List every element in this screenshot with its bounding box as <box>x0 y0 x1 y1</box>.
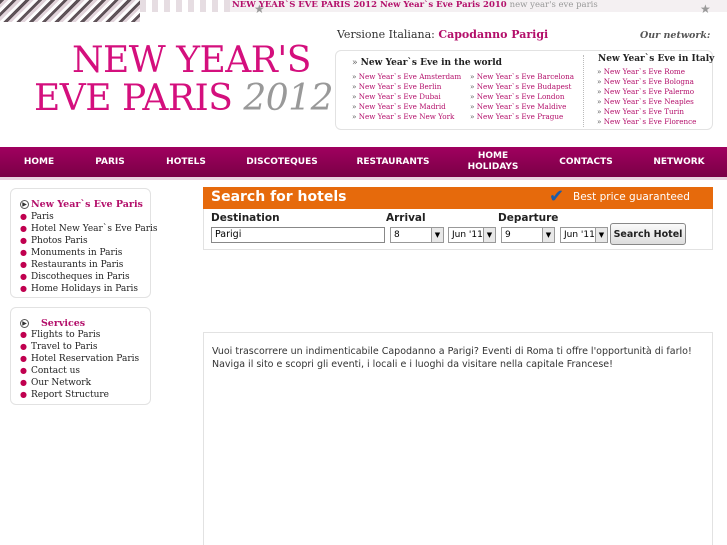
departure-day-select[interactable]: 9 ▼ <box>501 227 555 243</box>
top-title-3: new year's eve paris <box>509 0 598 10</box>
destination-input[interactable]: Parigi <box>211 227 385 243</box>
world-link[interactable]: » New Year`s Eve New York <box>352 112 461 122</box>
nav-network[interactable]: NETWORK <box>646 147 712 177</box>
nav-restaurants[interactable]: RESTAURANTS <box>352 147 434 177</box>
world-links-col-1: » New Year`s Eve Amsterdam » New Year`s … <box>352 72 461 122</box>
logo-line-2[interactable]: EVE PARIS 2012 <box>34 78 333 119</box>
nav-home-holidays[interactable]: HOME HOLIDAYS <box>460 147 526 177</box>
nav-discoteques[interactable]: DISCOTEQUES <box>240 147 324 177</box>
world-link[interactable]: » New Year`s Eve Prague <box>470 112 574 122</box>
world-link[interactable]: » New Year`s Eve Dubai <box>352 92 461 102</box>
nav-paris[interactable]: PARIS <box>86 147 134 177</box>
italy-link[interactable]: » New Year`s Eve Turin <box>597 107 696 117</box>
italy-links: » New Year`s Eve Rome » New Year`s Eve B… <box>597 67 696 126</box>
chevron-down-icon: ▼ <box>431 228 443 242</box>
sidebar-item[interactable]: ● Monuments in Paris <box>20 247 158 259</box>
version-label: Versione Italiana: <box>337 28 435 41</box>
world-link[interactable]: » New Year`s Eve Budapest <box>470 82 574 92</box>
sidebar-paris-list: ● Paris ● Hotel New Year`s Eve Paris ● Phot… <box>20 211 158 295</box>
arrival-day-select[interactable]: 8 ▼ <box>390 227 444 243</box>
arrival-month-select[interactable]: Jun '11 ▼ <box>448 227 496 243</box>
sidebar-item[interactable]: ● Travel to Paris <box>20 341 139 353</box>
nav-home-holidays-line1: HOME <box>477 151 509 161</box>
destination-label: Destination <box>211 212 280 224</box>
sidebar-item[interactable]: ● Discotheques in Paris <box>20 271 158 283</box>
departure-label: Departure <box>498 212 559 224</box>
nav-underline <box>0 177 727 180</box>
sidebar-item[interactable]: ● Flights to Paris <box>20 329 139 341</box>
world-link[interactable]: » New Year`s Eve London <box>470 92 574 102</box>
sidebar-item[interactable]: ● Contact us <box>20 365 139 377</box>
nav-contacts[interactable]: CONTACTS <box>552 147 620 177</box>
sidebar-item[interactable]: ● Our Network <box>20 377 139 389</box>
italy-link[interactable]: » New Year`s Eve Rome <box>597 67 696 77</box>
best-price-label: Best price guaranteed <box>573 191 690 203</box>
search-title: Search for hotels <box>211 189 347 205</box>
sidebar-paris-title[interactable]: ▶ New Year`s Eve Paris <box>20 199 143 210</box>
world-link[interactable]: » New Year`s Eve Berlin <box>352 82 461 92</box>
sidebar-item[interactable]: ● Hotel Reservation Paris <box>20 353 139 365</box>
italian-version-link[interactable]: Capodanno Parigi <box>438 28 548 41</box>
checkmark-icon: ✔ <box>549 186 565 207</box>
world-link[interactable]: » New Year`s Eve Barcelona <box>470 72 574 82</box>
italy-title: New Year`s Eve in Italy <box>598 54 715 64</box>
star-icon: ★ <box>700 2 711 16</box>
italy-link[interactable]: » New Year`s Eve Palermo <box>597 87 696 97</box>
main-nav: HOME PARIS HOTELS DISCOTEQUES RESTAURANT… <box>0 147 727 177</box>
sidebar-item[interactable]: ● Restaurants in Paris <box>20 259 158 271</box>
top-title-bar: NEW YEAR`S EVE PARIS 2012 New Year`s Eve… <box>232 0 598 12</box>
italy-link[interactable]: » New Year`s Eve Bologna <box>597 77 696 87</box>
sidebar-services-list: ● Flights to Paris ● Travel to Paris ● Hote… <box>20 329 139 401</box>
chevron-down-icon: ▼ <box>483 228 495 242</box>
logo-text: EVE PARIS <box>34 78 233 119</box>
top-title-2: New Year`s Eve Paris 2010 <box>379 0 507 10</box>
sidebar-item[interactable]: ● Paris <box>20 211 158 223</box>
divider <box>583 55 584 127</box>
arrival-label: Arrival <box>386 212 426 224</box>
decorative-pattern <box>140 0 230 12</box>
world-link[interactable]: » New Year`s Eve Madrid <box>352 102 461 112</box>
chevron-down-icon: ▼ <box>595 228 607 242</box>
world-title-text: New Year`s Eve in the world <box>360 58 502 68</box>
nav-home[interactable]: HOME <box>14 147 64 177</box>
sidebar-services-title: ▶ Services <box>20 318 85 329</box>
play-icon: ▶ <box>20 200 29 209</box>
star-icon: ★ <box>254 2 265 16</box>
logo-line-1[interactable]: NEW YEAR'S <box>72 40 311 81</box>
sidebar-item[interactable]: ● Report Structure <box>20 389 139 401</box>
world-link[interactable]: » New Year`s Eve Amsterdam <box>352 72 461 82</box>
italian-version: Versione Italiana: Capodanno Parigi <box>337 28 548 41</box>
sidebar-item[interactable]: ● Hotel New Year`s Eve Paris <box>20 223 158 235</box>
sidebar-item[interactable]: ● Home Holidays in Paris <box>20 283 158 295</box>
chevron-down-icon: ▼ <box>542 228 554 242</box>
intro-text: Vuoi trascorrere un indimenticabile Capo… <box>212 346 692 370</box>
logo-year: 2012 <box>243 78 333 119</box>
decorative-pattern <box>0 0 140 22</box>
nav-home-holidays-line2: HOLIDAYS <box>467 162 519 172</box>
world-link[interactable]: » New Year`s Eve Maldive <box>470 102 574 112</box>
nav-hotels[interactable]: HOTELS <box>158 147 214 177</box>
departure-month-select[interactable]: Jun '11 ▼ <box>560 227 608 243</box>
world-links-col-2: » New Year`s Eve Barcelona » New Year`s … <box>470 72 574 122</box>
sidebar-item[interactable]: ● Photos Paris <box>20 235 158 247</box>
play-icon: ▶ <box>20 319 29 328</box>
italy-link[interactable]: » New Year`s Eve Florence <box>597 117 696 127</box>
our-network-label: Our network: <box>640 30 711 41</box>
world-title: » New Year`s Eve in the world <box>352 58 502 68</box>
search-hotel-button[interactable]: Search Hotel <box>610 223 686 245</box>
italy-link[interactable]: » New Year`s Eve Neaples <box>597 97 696 107</box>
